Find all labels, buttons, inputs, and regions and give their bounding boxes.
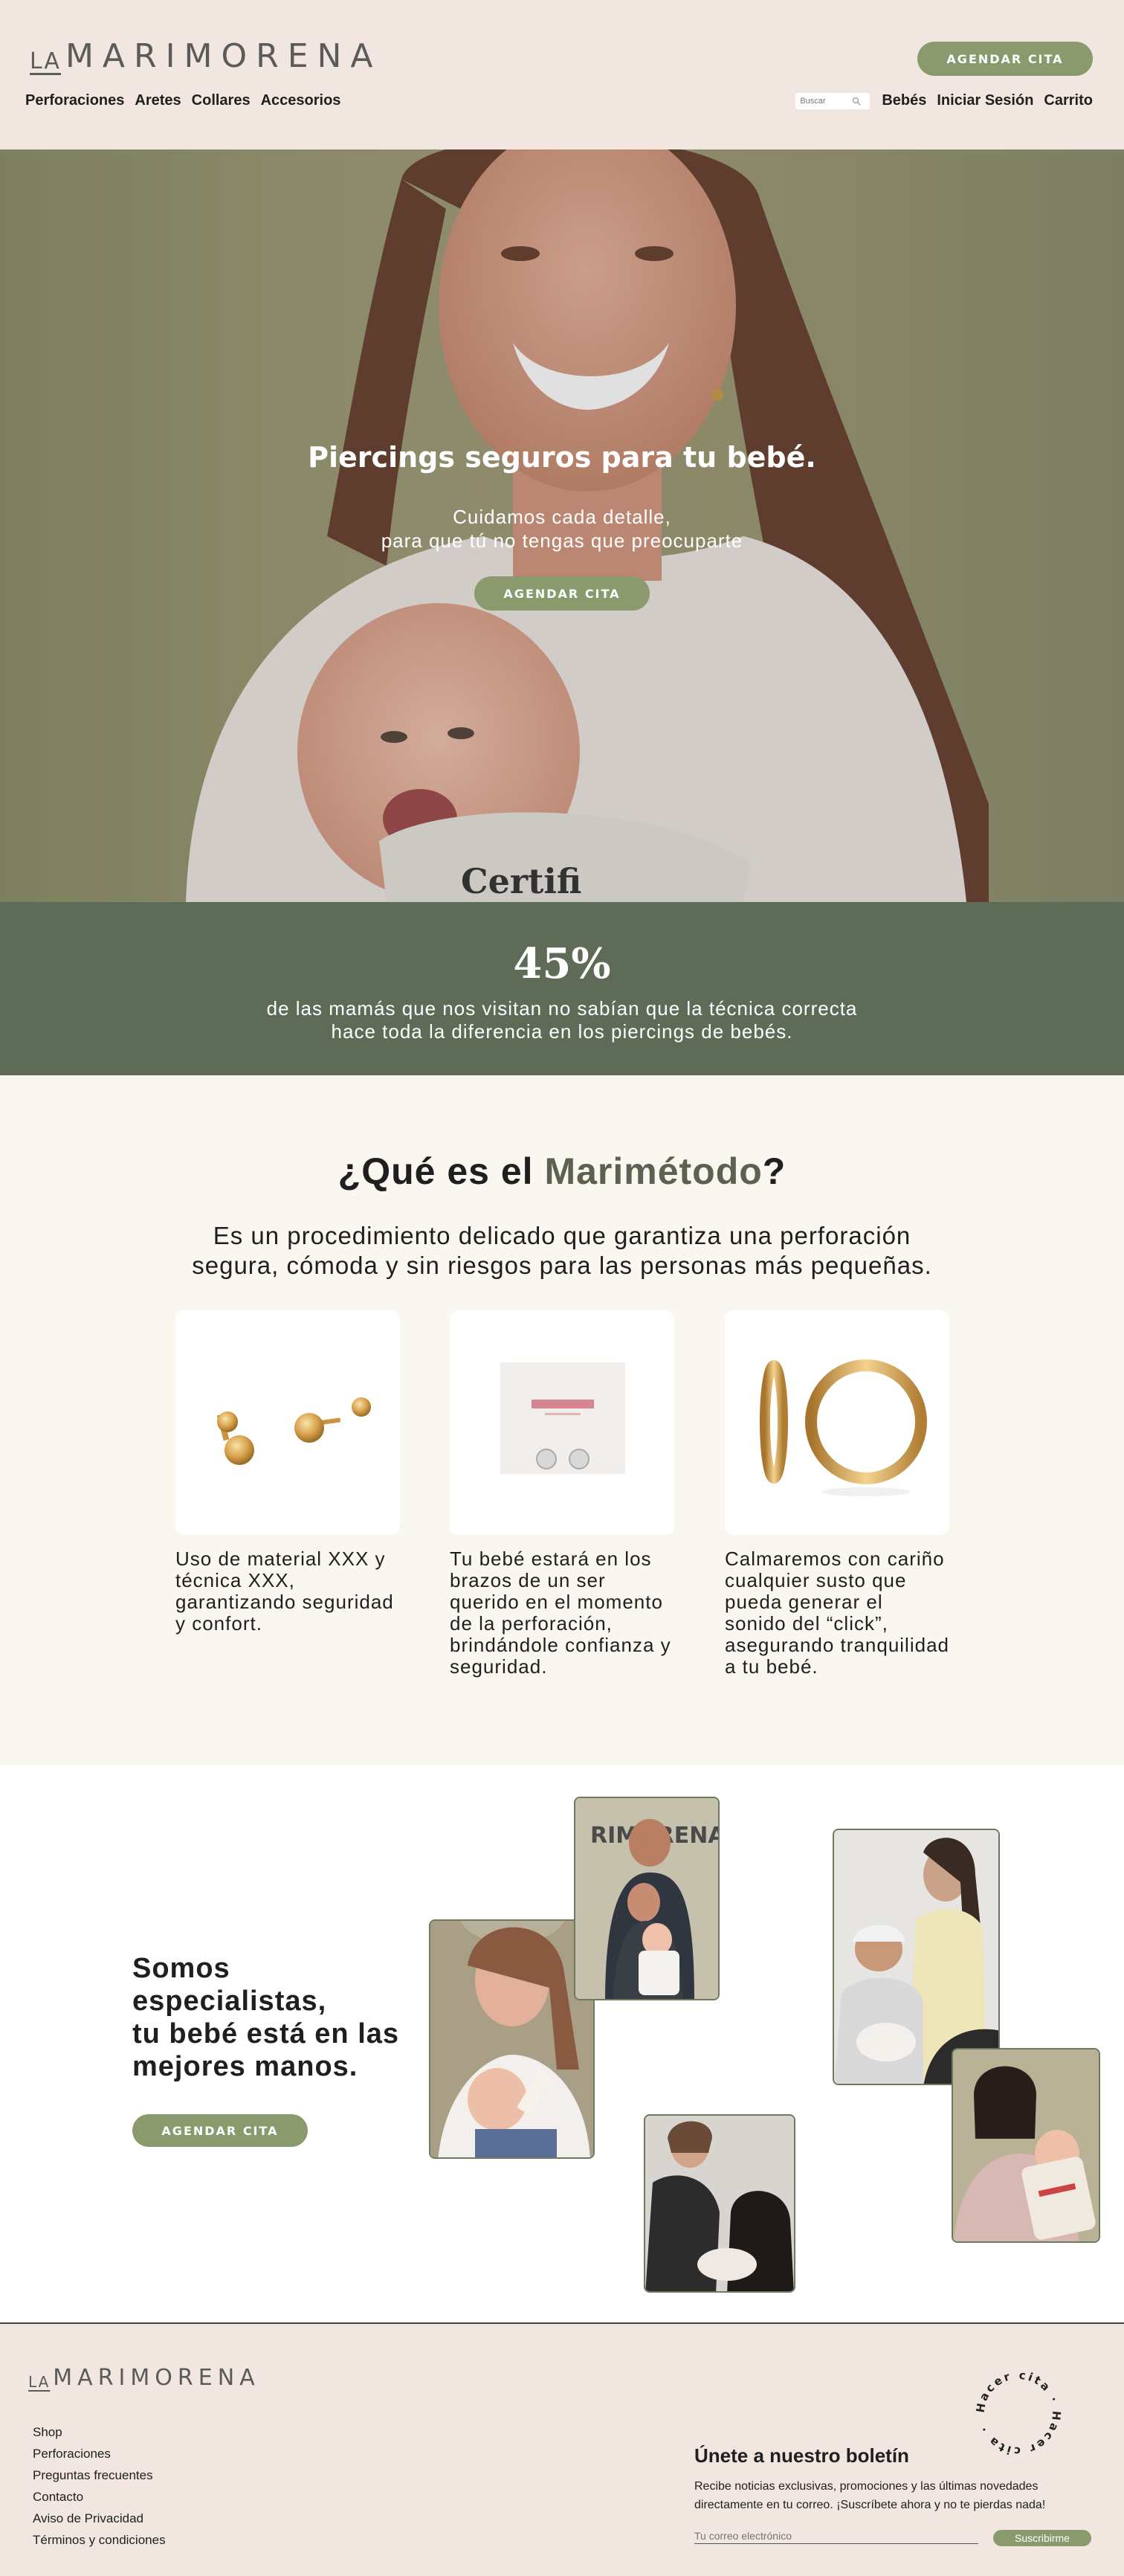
marimetodo-title-pre: ¿Qué es el xyxy=(337,1150,545,1192)
feature-card-arms: Tu bebé estará en los brazos de un ser q… xyxy=(450,1310,674,1678)
logo-la: LA xyxy=(30,48,61,74)
stat-description-line-1: de las mamás que nos visitan no sabían q… xyxy=(266,997,858,1020)
stat-description: de las mamás que nos visitan no sabían q… xyxy=(0,997,1124,1043)
nav-item-login[interactable]: Iniciar Sesión xyxy=(937,92,1033,109)
marimetodo-title: ¿Qué es el Marimétodo? xyxy=(0,1150,1124,1193)
hero-subtitle-line-1: Cuidamos cada detalle, xyxy=(453,506,671,528)
brand-logo[interactable]: LA MARIMORENA xyxy=(30,40,382,73)
specialists-title: Somos especialistas, tu bebé está en las… xyxy=(132,1952,399,2083)
search-input[interactable] xyxy=(800,96,853,106)
stat-section: 45% de las mamás que nos visitan no sabí… xyxy=(0,902,1124,1075)
footer-logo-wordmark: MARIMORENA xyxy=(53,2365,260,2391)
hero-section: Certifi Piercings seguros para tu bebé. … xyxy=(0,149,1124,902)
hero-subtitle: Cuidamos cada detalle, para que tú no te… xyxy=(0,505,1124,553)
nav-item-cart[interactable]: Carrito xyxy=(1044,92,1093,109)
nav-item-perforaciones[interactable]: Perforaciones xyxy=(25,92,124,109)
specialists-title-line-2: especialistas, xyxy=(132,1986,327,2017)
footer-link-terminos[interactable]: Términos y condiciones xyxy=(33,2529,166,2551)
footer-link-shop[interactable]: Shop xyxy=(33,2421,166,2443)
marimetodo-title-accent: Marimétodo xyxy=(544,1150,763,1192)
earring-card-package-image xyxy=(500,1362,625,1474)
photo-piercing-session xyxy=(833,1829,1000,2085)
newsletter-subscribe-button[interactable]: Suscribirme xyxy=(993,2530,1091,2546)
logo-wordmark: MARIMORENA xyxy=(65,37,382,75)
search-icon[interactable] xyxy=(852,97,861,106)
nav-item-accesorios[interactable]: Accesorios xyxy=(261,92,341,109)
feature-card-text: Uso de material XXX y técnica XXX, garan… xyxy=(175,1548,394,1635)
marimetodo-subtitle-line-2: segura, cómoda y sin riesgos para las pe… xyxy=(192,1252,932,1279)
specialists-book-appointment-button[interactable]: AGENDAR CITA xyxy=(132,2114,308,2147)
search-box xyxy=(795,92,871,109)
feature-card-text: Calmaremos con cariño cualquier susto qu… xyxy=(725,1548,949,1678)
nav-item-aretes[interactable]: Aretes xyxy=(135,92,181,109)
newsletter-title: Únete a nuestro boletín xyxy=(694,2444,909,2467)
nav-item-bebes[interactable]: Bebés xyxy=(882,92,926,109)
svg-text:Hacer cita · Hacer cita ·: Hacer cita · Hacer cita · xyxy=(974,2369,1064,2459)
feature-card-image xyxy=(175,1310,400,1535)
marimetodo-subtitle: Es un procedimiento delicado que garanti… xyxy=(0,1221,1124,1281)
photo-family-with-baby: RIMORENA xyxy=(574,1797,720,2000)
site-footer: LA MARIMORENA Shop Perforaciones Pregunt… xyxy=(0,2322,1124,2576)
footer-brand-logo[interactable]: LA MARIMORENA xyxy=(28,2365,260,2391)
specialists-title-line-3: tu bebé está en las xyxy=(132,2018,400,2049)
photo-mother-with-certificate xyxy=(952,2048,1100,2243)
site-header: LA MARIMORENA AGENDAR CITA Perforaciones… xyxy=(0,0,1124,149)
footer-logo-la: LA xyxy=(28,2373,51,2391)
stat-value: 45% xyxy=(513,939,611,988)
marimetodo-section: ¿Qué es el Marimétodo? Es un procedimien… xyxy=(0,1075,1124,1765)
main-nav: Perforaciones Aretes Collares Accesorios xyxy=(25,92,340,109)
marimetodo-subtitle-line-1: Es un procedimiento delicado que garanti… xyxy=(213,1222,911,1249)
hero-subtitle-line-2: para que tú no tengas que preocuparte xyxy=(381,529,743,552)
nav-item-collares[interactable]: Collares xyxy=(192,92,251,109)
marimetodo-title-post: ? xyxy=(762,1150,787,1192)
newsletter-email-input[interactable] xyxy=(694,2528,978,2544)
hero-title: Piercings seguros para tu bebé. xyxy=(308,441,816,474)
specialists-title-line-1: Somos xyxy=(132,1953,230,1984)
feature-card-text: Tu bebé estará en los brazos de un ser q… xyxy=(450,1548,671,1678)
stat-description-line-2: hace toda la diferencia en los piercings… xyxy=(331,1020,793,1043)
footer-links: Shop Perforaciones Preguntas frecuentes … xyxy=(33,2421,166,2551)
photo-mother-feeding-baby xyxy=(429,1919,595,2159)
footer-link-faq[interactable]: Preguntas frecuentes xyxy=(33,2464,166,2486)
newsletter-description: Recibe noticias exclusivas, promociones … xyxy=(694,2480,1046,2511)
footer-link-privacidad[interactable]: Aviso de Privacidad xyxy=(33,2508,166,2529)
footer-link-contacto[interactable]: Contacto xyxy=(33,2486,166,2508)
specialists-title-line-4: mejores manos. xyxy=(132,2051,358,2082)
gold-stud-earrings-image xyxy=(216,1397,371,1465)
badge-text: Hacer cita · Hacer cita · xyxy=(974,2369,1062,2459)
book-appointment-circular-badge[interactable]: Hacer cita · Hacer cita · xyxy=(966,2361,1070,2465)
specialists-section: Somos especialistas, tu bebé está en las… xyxy=(0,1765,1124,2322)
gold-hoop-earrings-image xyxy=(760,1359,927,1496)
header-book-appointment-button[interactable]: AGENDAR CITA xyxy=(917,42,1093,76)
hero-book-appointment-button[interactable]: AGENDAR CITA xyxy=(474,576,650,611)
feature-card-calm: Calmaremos con cariño cualquier susto qu… xyxy=(725,1310,949,1678)
footer-link-perforaciones[interactable]: Perforaciones xyxy=(33,2443,166,2464)
photo-ear-piercing xyxy=(644,2114,795,2293)
feature-card-material: Uso de material XXX y técnica XXX, garan… xyxy=(175,1310,400,1635)
secondary-nav: Bebés Iniciar Sesión Carrito xyxy=(795,92,1093,109)
feature-card-image xyxy=(725,1310,949,1535)
feature-card-image xyxy=(450,1310,674,1535)
